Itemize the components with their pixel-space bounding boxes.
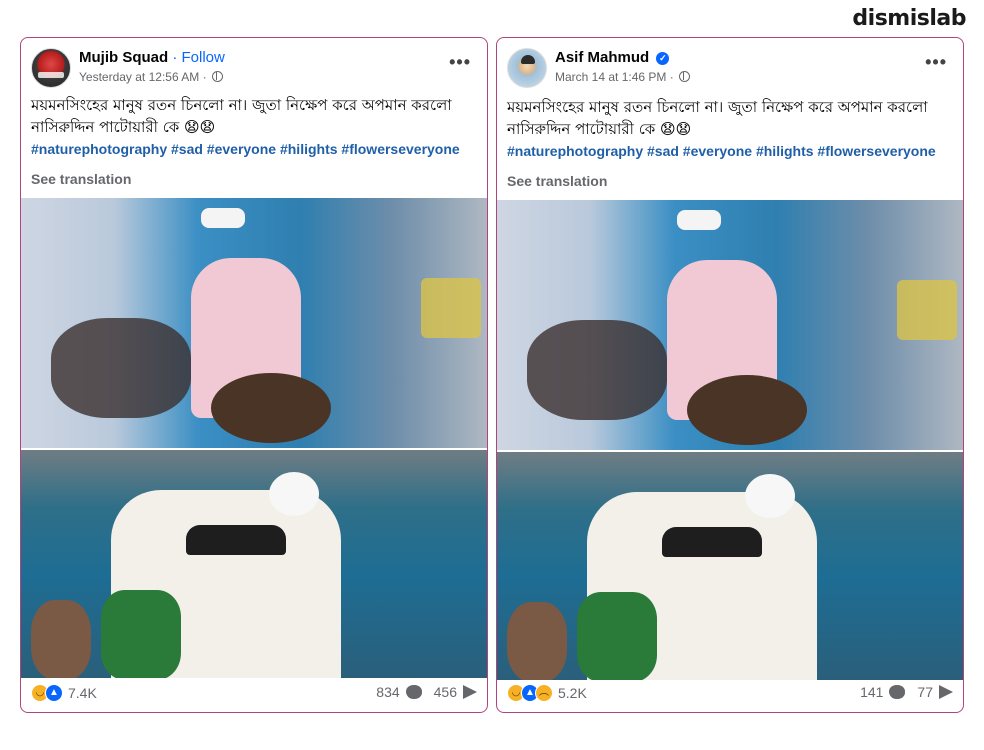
separator-dot: · [172,49,178,66]
author-line: Mujib Squad · Follow [79,49,225,66]
post-timestamp[interactable]: March 14 at 1:46 PM [555,70,666,84]
post-caption: ময়মনসিংহের মানুষ রতন চিনলো না। জুতা নিক… [507,96,953,140]
like-icon: ▲ [45,684,63,702]
share-icon [463,685,477,699]
share-icon [939,685,953,699]
post-footer: ◡ ▲ ︵ 5.2K 141 77 [507,682,953,706]
facebook-post-asif-mahmud: Asif Mahmud ✓ March 14 at 1:46 PM · ••• … [496,37,964,713]
see-translation-link[interactable]: See translation [507,173,607,189]
comment-icon [889,685,906,699]
caption-line: ময়মনসিংহের মানুষ রতন চিনলো না। জুতা নিক… [507,98,928,116]
comment-icon [405,685,422,699]
post-hashtags[interactable]: #naturephotography #sad #everyone #hilig… [31,141,479,157]
facebook-post-mujib-squad: Mujib Squad · Follow Yesterday at 12:56 … [20,37,488,713]
reaction-count: 7.4K [68,685,97,701]
caption-line: ময়মনসিংহের মানুষ রতন চিনলো না। জুতা নিক… [31,96,452,114]
post-footer: ◡ ▲ 7.4K 834 456 [31,682,477,706]
meta-separator: · [202,70,207,84]
caption-line: নাসিরুদ্দিন পাটোয়ারী কে 😧😧 [507,120,692,138]
video-frame-top [21,198,487,448]
more-options-icon[interactable]: ••• [925,52,947,73]
author-line: Asif Mahmud ✓ [555,49,670,66]
avatar[interactable] [507,48,547,88]
author-name[interactable]: Asif Mahmud [555,49,649,66]
post-meta: March 14 at 1:46 PM · [555,70,691,84]
globe-icon [679,71,691,82]
post-meta: Yesterday at 12:56 AM · [79,70,223,84]
post-video-thumbnail[interactable] [21,198,487,678]
video-frame-bottom [21,450,487,678]
comment-count[interactable]: 141 [860,684,883,700]
post-hashtags[interactable]: #naturephotography #sad #everyone #hilig… [507,143,955,159]
post-header: Asif Mahmud ✓ March 14 at 1:46 PM · ••• [507,46,953,90]
post-video-thumbnail[interactable] [497,200,963,680]
author-name[interactable]: Mujib Squad [79,49,168,66]
see-translation-link[interactable]: See translation [31,171,131,187]
avatar[interactable] [31,48,71,88]
video-frame-top [497,200,963,450]
follow-button[interactable]: Follow [182,49,225,66]
post-timestamp[interactable]: Yesterday at 12:56 AM [79,70,199,84]
brand-logo: dismislab [852,6,966,31]
engagement-counts: 834 456 [376,684,477,700]
engagement-counts: 141 77 [860,684,953,700]
share-count[interactable]: 456 [434,684,457,700]
post-header: Mujib Squad · Follow Yesterday at 12:56 … [31,46,477,90]
reaction-count: 5.2K [558,685,587,701]
video-frame-bottom [497,452,963,680]
caption-line: নাসিরুদ্দিন পাটোয়ারী কে 😧😧 [31,118,216,136]
share-count[interactable]: 77 [917,684,933,700]
reactions-summary[interactable]: ◡ ▲ ︵ 5.2K [507,684,587,702]
reactions-summary[interactable]: ◡ ▲ 7.4K [31,684,97,702]
post-caption: ময়মনসিংহের মানুষ রতন চিনলো না। জুতা নিক… [31,94,477,138]
globe-icon [212,71,223,82]
verified-badge-icon: ✓ [656,52,670,65]
meta-separator: · [669,70,674,84]
sad-icon: ︵ [535,684,553,702]
more-options-icon[interactable]: ••• [449,52,471,73]
comment-count[interactable]: 834 [376,684,399,700]
